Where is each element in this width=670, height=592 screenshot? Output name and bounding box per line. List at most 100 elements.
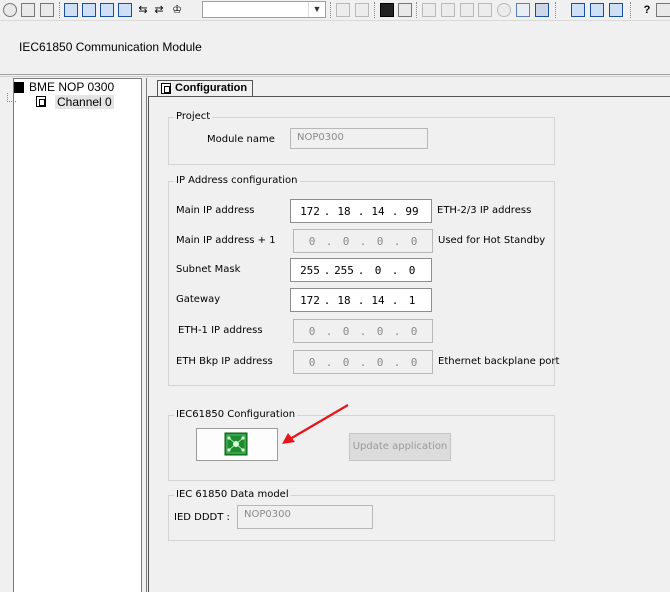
ip-row-note: ETH-2/3 IP address [437, 205, 532, 216]
project-legend: Project [174, 111, 213, 122]
ip-octet: 18 [337, 293, 351, 307]
ip-row-label: ETH-1 IP address [178, 325, 263, 336]
ied-dddt-field: NOP0300 [237, 505, 373, 529]
ip-octet: 172 [300, 293, 320, 307]
ip-dot: . [359, 234, 367, 248]
ip-dot: . [325, 234, 333, 248]
ip-address-field[interactable]: 172. 18. 14. 1 [290, 288, 432, 312]
tree-view-icon[interactable] [82, 3, 96, 17]
tree-item-root[interactable]: BME NOP 0300 [29, 80, 114, 94]
module-name-label: Module name [207, 134, 275, 145]
layout-icon[interactable] [118, 3, 132, 17]
ip-row-label: Main IP address + 1 [176, 235, 276, 246]
ip-address-field: 0. 0. 0. 0 [293, 229, 433, 253]
ip-octet: 14 [371, 204, 385, 218]
cascade-icon[interactable] [571, 3, 585, 17]
monitor-icon[interactable] [398, 3, 412, 17]
configuration-icon [161, 83, 171, 94]
ip-octet: 0 [342, 324, 350, 338]
ip-octet: 0 [308, 324, 316, 338]
tree-item-channel-0[interactable]: Channel 0 [55, 95, 114, 109]
init-icon[interactable] [497, 3, 511, 17]
ip-octet: 0 [374, 263, 382, 277]
module-name-field: NOP0300 [290, 128, 428, 149]
ip-octet: 255 [334, 263, 354, 277]
ip-dot: . [393, 234, 401, 248]
ip-octets: 172. 18. 14. 1 [291, 289, 431, 311]
toolbar-separator [59, 2, 60, 18]
update-application-button[interactable]: Update application [349, 433, 451, 461]
ip-address-field: 0. 0. 0. 0 [293, 319, 433, 343]
ip-dot: . [325, 324, 333, 338]
tab-configuration[interactable]: Configuration [157, 80, 253, 97]
ied-dddt-value: NOP0300 [244, 509, 291, 520]
module-title: IEC61850 Communication Module [19, 40, 202, 54]
ip-dot: . [325, 355, 333, 369]
calendar-icon[interactable] [21, 3, 35, 17]
ip-row-label: Subnet Mask [176, 264, 241, 275]
ip-octet: 0 [408, 263, 416, 277]
ip-octet: 0 [376, 324, 384, 338]
ip-dot: . [393, 355, 401, 369]
stop-icon[interactable] [478, 3, 492, 17]
grid-icon[interactable] [40, 3, 54, 17]
ip-row-note: Used for Hot Standby [438, 235, 546, 246]
export-icon[interactable] [355, 3, 369, 17]
ip-dot: . [357, 293, 365, 307]
ip-octet: 0 [376, 234, 384, 248]
channel-icon [36, 96, 46, 107]
ip-octets: 0. 0. 0. 0 [294, 320, 432, 342]
header-divider [0, 76, 670, 77]
annotation-arrow-icon [282, 404, 349, 444]
chevron-down-icon[interactable]: ▼ [308, 2, 325, 17]
ip-octets: 255. 255. 0. 0 [291, 259, 431, 281]
toolbar-separator [374, 2, 375, 18]
ip-dot: . [323, 263, 331, 277]
ip-row-note: Ethernet backplane port [438, 356, 560, 367]
animation-icon[interactable] [3, 3, 17, 17]
module-name-value: NOP0300 [297, 132, 344, 143]
run-icon[interactable] [460, 3, 474, 17]
ip-octet: 172 [300, 204, 320, 218]
ip-octets: 0. 0. 0. 0 [294, 230, 432, 252]
module-tree[interactable] [13, 78, 142, 592]
ip-octet: 0 [308, 234, 316, 248]
ip-address-field[interactable]: 255. 255. 0. 0 [290, 258, 432, 282]
ip-dot: . [391, 204, 399, 218]
header-divider [0, 74, 670, 75]
ied-dddt-label: IED DDDT : [174, 512, 230, 523]
plc-icon[interactable] [380, 3, 394, 17]
table-icon[interactable] [100, 3, 114, 17]
toolbar-separator [330, 2, 331, 18]
io-icon[interactable] [516, 3, 530, 17]
window-icon[interactable] [64, 3, 78, 17]
ip-octets: 172. 18. 14. 99 [291, 200, 431, 222]
ip-address-field[interactable]: 172. 18. 14. 99 [290, 199, 432, 223]
ip-octet: 1 [408, 293, 416, 307]
ip-octet: 255 [300, 263, 320, 277]
context-help-icon[interactable] [656, 3, 670, 17]
ip-octets: 0. 0. 0. 0 [294, 351, 432, 373]
import-icon[interactable] [336, 3, 350, 17]
network-icon[interactable] [535, 3, 549, 17]
search-combo[interactable]: ▼ [202, 1, 326, 18]
tile-horizontal-icon[interactable] [590, 3, 604, 17]
binoculars-icon[interactable]: ♔ [170, 3, 184, 17]
find-next-icon[interactable]: ⇄ [152, 3, 166, 17]
transfer-icon[interactable] [441, 3, 455, 17]
find-icon[interactable]: ⇆ [136, 3, 150, 17]
connect-icon[interactable] [422, 3, 436, 17]
ip-octet: 18 [337, 204, 351, 218]
module-icon [14, 82, 24, 93]
toolbar-separator [416, 2, 417, 18]
help-icon[interactable]: ? [640, 3, 654, 17]
data-model-legend: IEC 61850 Data model [174, 489, 291, 500]
tile-vertical-icon[interactable] [609, 3, 623, 17]
ip-dot: . [391, 263, 399, 277]
ip-octet: 0 [410, 355, 418, 369]
network-config-icon [224, 432, 248, 456]
ip-octet: 0 [342, 355, 350, 369]
ip-config-legend: IP Address configuration [174, 175, 300, 186]
ip-dot: . [357, 263, 365, 277]
open-iec61850-config-button[interactable] [196, 428, 278, 461]
